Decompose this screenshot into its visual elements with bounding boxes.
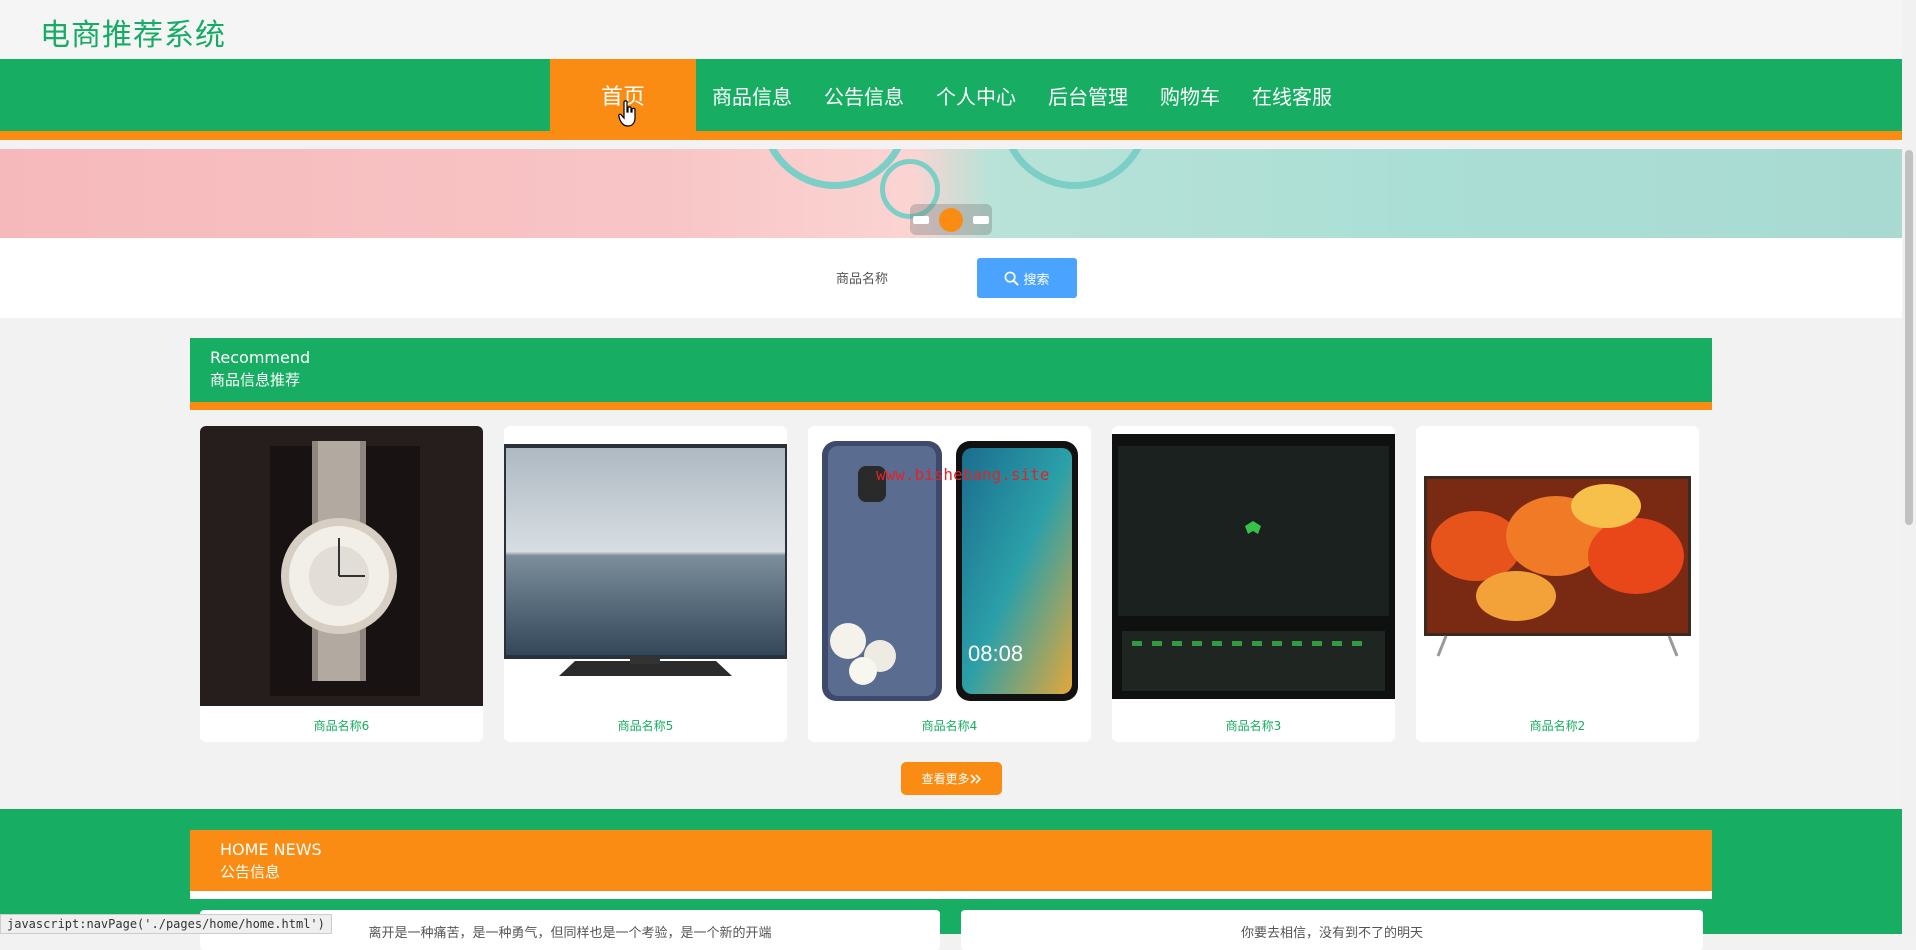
search-input[interactable]: 商品名称 (836, 268, 888, 287)
view-more-label: 查看更多 (921, 772, 970, 786)
product-name[interactable]: 商品名称4 (808, 717, 1091, 734)
hand-cursor-icon (618, 100, 636, 127)
search-button[interactable]: 搜索 (977, 258, 1077, 298)
site-title: 电商推荐系统 (40, 18, 226, 53)
product-name[interactable]: 商品名称5 (504, 717, 787, 734)
status-bar-url: javascript:navPage('./pages/home/home.ht… (0, 914, 332, 934)
scrollbar-thumb[interactable] (1905, 150, 1913, 525)
recommend-title-cn: 商品信息推荐 (210, 371, 301, 389)
headphone-right-shape (1000, 149, 1150, 189)
carousel-dot-active[interactable] (939, 207, 963, 232)
nav-item-admin[interactable]: 后台管理 (1032, 59, 1144, 131)
double-chevron-right-icon (969, 773, 981, 784)
product-name[interactable]: 商品名称2 (1416, 717, 1699, 734)
main-nav: 首页 商品信息 公告信息 个人中心 后台管理 购物车 在线客服 (0, 59, 1902, 140)
product-name[interactable]: 商品名称3 (1112, 717, 1395, 734)
product-image-tv-flowers[interactable] (1416, 426, 1699, 706)
product-image-laptop[interactable] (1112, 426, 1395, 706)
carousel-dot[interactable] (913, 215, 929, 224)
nav-menu: 首页 商品信息 公告信息 个人中心 后台管理 购物车 在线客服 (550, 59, 1348, 131)
nav-item-support[interactable]: 在线客服 (1236, 59, 1348, 131)
product-card[interactable]: 商品名称3 (1112, 426, 1395, 742)
nav-item-products[interactable]: 商品信息 (696, 59, 808, 131)
search-button-label: 搜索 (1023, 272, 1050, 288)
carousel-dot[interactable] (973, 215, 989, 224)
nav-item-cart[interactable]: 购物车 (1144, 59, 1236, 131)
product-image-watch[interactable] (200, 426, 483, 706)
carousel-indicators (910, 204, 992, 235)
product-name[interactable]: 商品名称6 (200, 717, 483, 734)
nav-item-notices[interactable]: 公告信息 (808, 59, 920, 131)
recommend-header: Recommend 商品信息推荐 (190, 338, 1712, 410)
search-icon (1005, 271, 1020, 286)
view-more-button[interactable]: 查看更多 (901, 762, 1002, 795)
recommend-title-en: Recommend (210, 348, 311, 367)
news-title-en: HOME NEWS (220, 840, 322, 859)
banner-carousel[interactable] (0, 149, 1902, 238)
svg-text:08:08: 08:08 (968, 641, 1023, 666)
product-card[interactable]: 商品名称2 (1416, 426, 1699, 742)
page-scrollbar[interactable] (1902, 0, 1916, 934)
nav-item-profile[interactable]: 个人中心 (920, 59, 1032, 131)
top-bar: 电商推荐系统 (0, 0, 1902, 59)
news-header: HOME NEWS 公告信息 (190, 830, 1712, 899)
product-card[interactable]: 商品名称5 (504, 426, 787, 742)
watermark-text: www.bishebang.site (876, 465, 1050, 484)
search-section: 商品名称 搜索 (0, 238, 1902, 318)
news-item[interactable]: 你要去相信，没有到不了的明天 (961, 910, 1703, 950)
news-title-cn: 公告信息 (220, 863, 281, 881)
product-card[interactable]: 商品名称6 (200, 426, 483, 742)
product-image-tv-sea[interactable] (504, 426, 787, 706)
